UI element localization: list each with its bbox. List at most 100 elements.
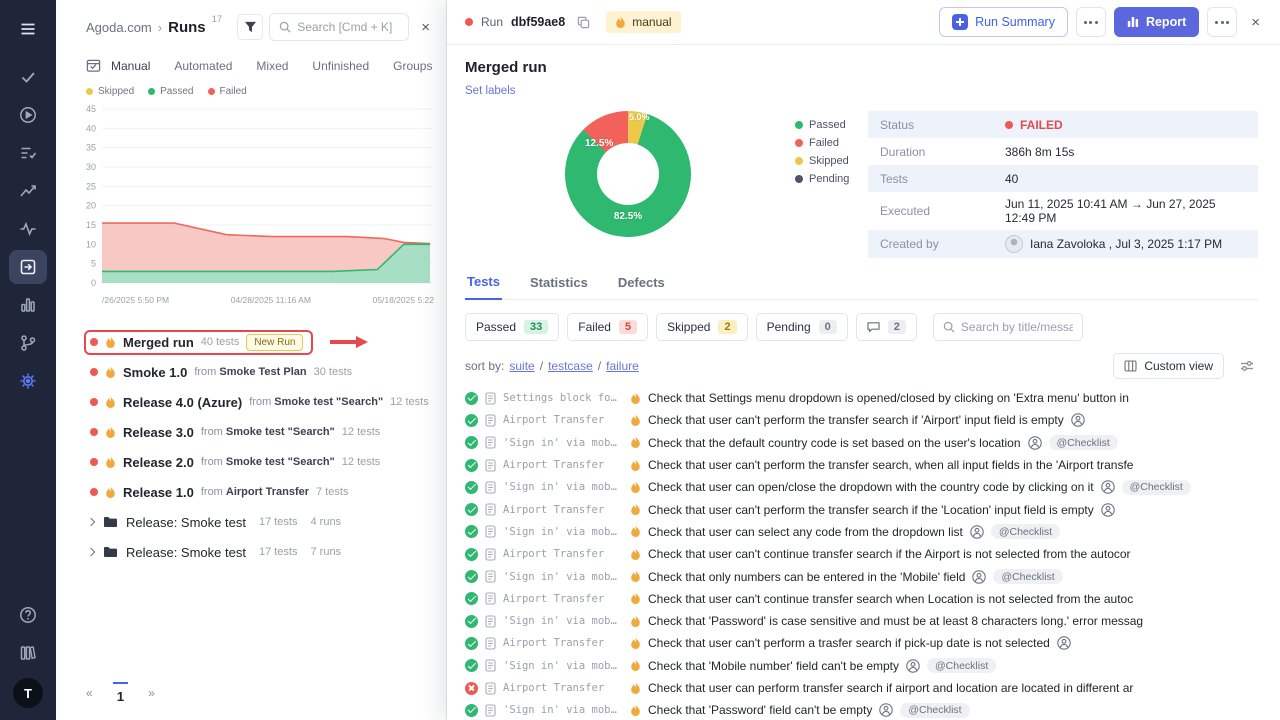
runs-tab[interactable]: Groups bbox=[393, 59, 432, 73]
test-title: Check that user can't perform the transf… bbox=[648, 413, 1064, 427]
user-avatar[interactable]: T bbox=[13, 678, 43, 708]
run-row[interactable]: Release 4.0 (Azure) from Smoke test "Sea… bbox=[84, 391, 439, 414]
result-filter-chip[interactable]: Skipped 2 bbox=[656, 313, 748, 341]
breadcrumb-separator: › bbox=[158, 20, 162, 35]
pagination-next-button[interactable]: » bbox=[148, 686, 155, 700]
test-row[interactable]: 'Sign in' via mobile Check that user can… bbox=[465, 521, 1258, 543]
test-title: Check that 'Password' is case sensitive … bbox=[648, 614, 1143, 628]
run-group-row[interactable]: Release: Smoke test 17 tests 4 runs bbox=[84, 507, 446, 537]
sort-by-suite-link[interactable]: suite bbox=[509, 359, 534, 373]
test-cases-icon[interactable] bbox=[9, 60, 47, 94]
checklist-tag: @Checklist bbox=[991, 524, 1060, 539]
result-filter-chip[interactable]: Pending 0 bbox=[756, 313, 848, 341]
sort-by-failure-link[interactable]: failure bbox=[606, 359, 639, 373]
test-row[interactable]: Airport Transfer Check that user can't c… bbox=[465, 588, 1258, 610]
trend-chart: 454035302520151050 /26/2025 5:50 PM 04/2… bbox=[56, 99, 446, 305]
run-row[interactable]: Smoke 1.0 from Smoke Test Plan 30 tests bbox=[84, 361, 362, 384]
comments-filter-chip[interactable]: 2 bbox=[856, 313, 917, 341]
trend-legend: Skipped Passed Failed bbox=[56, 80, 446, 99]
test-row[interactable]: 'Sign in' via mobile Check that 'Passwor… bbox=[465, 610, 1258, 632]
folder-icon bbox=[103, 546, 117, 558]
test-row[interactable]: 'Sign in' via mobile Check that 'Passwor… bbox=[465, 699, 1258, 720]
detail-tab[interactable]: Statistics bbox=[528, 274, 590, 299]
runs-view-icon[interactable] bbox=[86, 58, 101, 73]
test-plans-icon[interactable] bbox=[9, 136, 47, 170]
custom-view-button[interactable]: Custom view bbox=[1113, 353, 1224, 379]
run-summary-button[interactable]: Run Summary bbox=[939, 7, 1068, 37]
runs-search-input[interactable] bbox=[297, 20, 399, 34]
test-suite: 'Sign in' via mobile bbox=[503, 481, 623, 493]
filter-count: 2 bbox=[718, 320, 736, 334]
run-group-row[interactable]: Release: Smoke test 17 tests 7 runs bbox=[84, 537, 446, 567]
reports-icon[interactable] bbox=[9, 288, 47, 322]
runs-panel-close-button[interactable]: × bbox=[415, 17, 436, 38]
assignee-icon bbox=[970, 525, 984, 539]
detail-tab[interactable]: Tests bbox=[465, 274, 502, 300]
more-options-button[interactable] bbox=[1207, 7, 1237, 37]
set-labels-link[interactable]: Set labels bbox=[465, 85, 516, 97]
tests-search-input[interactable] bbox=[961, 320, 1073, 334]
test-row[interactable]: Airport Transfer Check that user can't p… bbox=[465, 632, 1258, 654]
view-settings-button[interactable] bbox=[1236, 356, 1258, 376]
run-detail-body: Merged run Set labels 82.5% 12.5% 5.0% P… bbox=[447, 45, 1280, 720]
runs-tab[interactable]: Automated bbox=[174, 59, 232, 73]
sort-prefix: sort by: bbox=[465, 359, 504, 373]
test-row[interactable]: 'Sign in' via mobile Check that user can… bbox=[465, 476, 1258, 498]
menu-icon[interactable] bbox=[9, 12, 47, 46]
test-runs-icon[interactable] bbox=[9, 250, 47, 284]
result-filter-chip[interactable]: Failed 5 bbox=[567, 313, 648, 341]
test-suite: Airport Transfer bbox=[503, 414, 623, 426]
projects-library-icon[interactable] bbox=[9, 636, 47, 670]
test-row[interactable]: Airport Transfer Check that user can't p… bbox=[465, 454, 1258, 476]
filter-funnel-button[interactable] bbox=[237, 14, 263, 40]
test-row[interactable]: Airport Transfer Check that user can't p… bbox=[465, 498, 1258, 520]
branch-icon[interactable] bbox=[9, 326, 47, 360]
flame-icon bbox=[630, 503, 641, 516]
runs-tab[interactable]: Mixed bbox=[256, 59, 288, 73]
filter-count: 33 bbox=[524, 320, 548, 334]
test-status-icon bbox=[465, 481, 478, 494]
test-row[interactable]: Airport Transfer Check that user can't p… bbox=[465, 409, 1258, 431]
help-icon[interactable] bbox=[9, 598, 47, 632]
pagination-page-1[interactable]: 1 bbox=[113, 682, 128, 704]
test-row[interactable]: 'Sign in' via mobile Check that the defa… bbox=[465, 432, 1258, 454]
testcase-doc-icon bbox=[485, 414, 496, 427]
flame-icon bbox=[630, 592, 641, 605]
more-actions-button[interactable] bbox=[1076, 7, 1106, 37]
assignee-icon bbox=[1101, 503, 1115, 517]
run-row[interactable]: Merged run 40 tests New Run bbox=[84, 330, 313, 355]
run-row[interactable]: Release 3.0 from Smoke test "Search" 12 … bbox=[84, 421, 390, 444]
copy-run-id-button[interactable] bbox=[573, 12, 594, 33]
test-row[interactable]: 'Sign in' via mobile Check that 'Mobile … bbox=[465, 655, 1258, 677]
settings-gear-icon[interactable] bbox=[9, 364, 47, 398]
chevron-right-icon bbox=[87, 518, 95, 526]
trend-icon[interactable] bbox=[9, 174, 47, 208]
result-filter-chip[interactable]: Passed 33 bbox=[465, 313, 559, 341]
test-status-icon bbox=[465, 503, 478, 516]
sort-by-testcase-link[interactable]: testcase bbox=[548, 359, 593, 373]
run-status-dot bbox=[90, 428, 98, 436]
test-title: Check that 'Mobile number' field can't b… bbox=[648, 659, 899, 673]
test-row[interactable]: 'Sign in' via mobile Check that only num… bbox=[465, 565, 1258, 587]
run-name: Merged run bbox=[123, 335, 194, 350]
breadcrumb-project[interactable]: Agoda.com bbox=[86, 20, 152, 35]
run-row[interactable]: Release 2.0 from Smoke test "Search" 12 … bbox=[84, 451, 390, 474]
run-row[interactable]: Release 1.0 from Airport Transfer 7 test… bbox=[84, 481, 358, 504]
runs-play-icon[interactable] bbox=[9, 98, 47, 132]
test-row[interactable]: Settings block for... Check that Setting… bbox=[465, 387, 1258, 409]
sliders-icon bbox=[1240, 360, 1254, 372]
report-button[interactable]: Report bbox=[1114, 7, 1199, 37]
funnel-icon bbox=[244, 21, 257, 33]
manual-badge: manual bbox=[606, 11, 680, 33]
pagination-prev-button[interactable]: « bbox=[86, 686, 93, 700]
analytics-activity-icon[interactable] bbox=[9, 212, 47, 246]
detail-close-button[interactable]: × bbox=[1245, 12, 1266, 33]
test-row[interactable]: Airport Transfer Check that user can per… bbox=[465, 677, 1258, 699]
detail-tab[interactable]: Defects bbox=[616, 274, 667, 299]
svg-text:0: 0 bbox=[91, 278, 96, 288]
test-row[interactable]: Airport Transfer Check that user can't c… bbox=[465, 543, 1258, 565]
runs-tab[interactable]: Unfinished bbox=[312, 59, 369, 73]
info-label: Tests bbox=[880, 172, 1005, 186]
runs-tab[interactable]: Manual bbox=[111, 59, 150, 73]
flame-icon bbox=[105, 336, 116, 349]
